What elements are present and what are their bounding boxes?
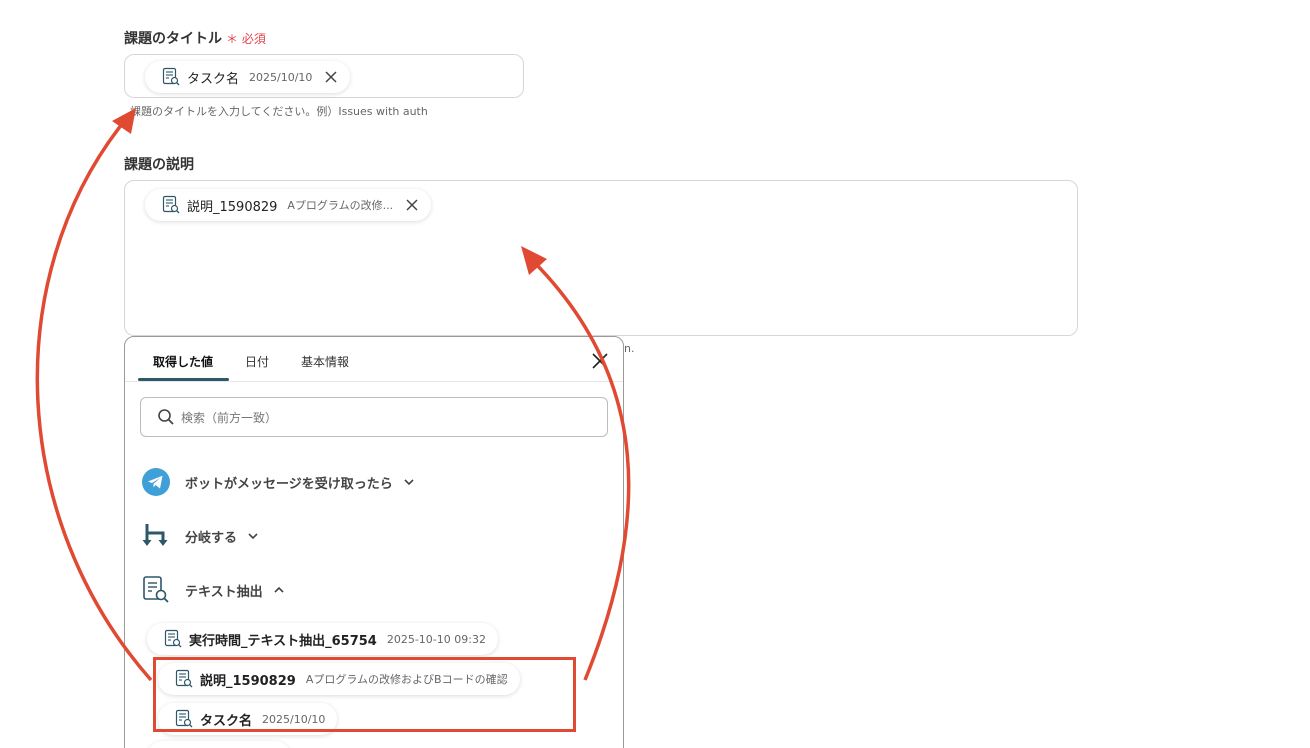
section-text-extract[interactable]: テキスト抽出 [141, 574, 285, 606]
document-search-icon [162, 195, 180, 214]
tab-date[interactable]: 日付 [245, 353, 269, 370]
section-label: テキスト抽出 [185, 584, 263, 600]
section-label: ボットがメッセージを受け取ったら [185, 476, 393, 492]
title-input[interactable]: タスク名 2025/10/10 [124, 54, 524, 98]
description-textarea[interactable]: 説明_1590829 Aプログラムの改修... [124, 180, 1078, 336]
search-icon [158, 409, 174, 425]
title-hint: 課題のタイトルを入力してください。例）Issues with auth [130, 105, 428, 118]
telegram-icon [142, 468, 170, 496]
close-icon[interactable] [591, 352, 609, 370]
document-search-icon [164, 629, 182, 648]
chip-value: 2025/10/10 [249, 70, 313, 84]
tab-divider [125, 381, 623, 382]
tab-basic-info[interactable]: 基本情報 [301, 353, 349, 370]
remove-chip-icon[interactable] [324, 70, 338, 84]
title-field-label: 課題のタイトル ＊ 必須 [124, 28, 266, 48]
chip-name: タスク名 [187, 71, 240, 87]
search-input[interactable] [179, 406, 583, 430]
list-item-partial[interactable] [147, 741, 291, 748]
section-branch[interactable]: 分岐する [141, 520, 259, 552]
description-field-label: 課題の説明 [124, 157, 194, 173]
branch-icon [142, 524, 168, 546]
description-variable-chip[interactable]: 説明_1590829 Aプログラムの改修... [145, 189, 432, 221]
remove-chip-icon[interactable] [405, 198, 419, 212]
chevron-down-icon [404, 479, 414, 486]
chip-name: 説明_1590829 [187, 199, 278, 215]
chevron-up-icon [274, 586, 284, 593]
text-extract-icon [143, 576, 169, 603]
description-hint-tail: n. [624, 342, 635, 355]
annotation-highlight-box [153, 657, 576, 732]
section-bot-message[interactable]: ボットがメッセージを受け取ったら [141, 466, 415, 498]
section-label: 分岐する [185, 530, 238, 546]
item-value: 2025-10-10 09:32 [386, 632, 486, 646]
item-name: 実行時間_テキスト抽出_65754 [189, 633, 377, 649]
title-variable-chip[interactable]: タスク名 2025/10/10 [145, 61, 351, 93]
page: 課題のタイトル ＊ 必須 タスク名 2025/10/10 課題のタイトルを入力して… [0, 0, 1310, 748]
title-label-text: 課題のタイトル [124, 31, 222, 47]
tab-acquired-values[interactable]: 取得した値 [153, 353, 213, 370]
required-mark: ＊ 必須 [226, 32, 266, 46]
list-item-execution-time[interactable]: 実行時間_テキスト抽出_65754 2025-10-10 09:32 [147, 623, 498, 655]
search-box[interactable] [140, 397, 608, 437]
document-search-icon [162, 67, 180, 86]
chip-value: Aプログラムの改修... [287, 199, 394, 212]
chevron-down-icon [248, 533, 258, 540]
